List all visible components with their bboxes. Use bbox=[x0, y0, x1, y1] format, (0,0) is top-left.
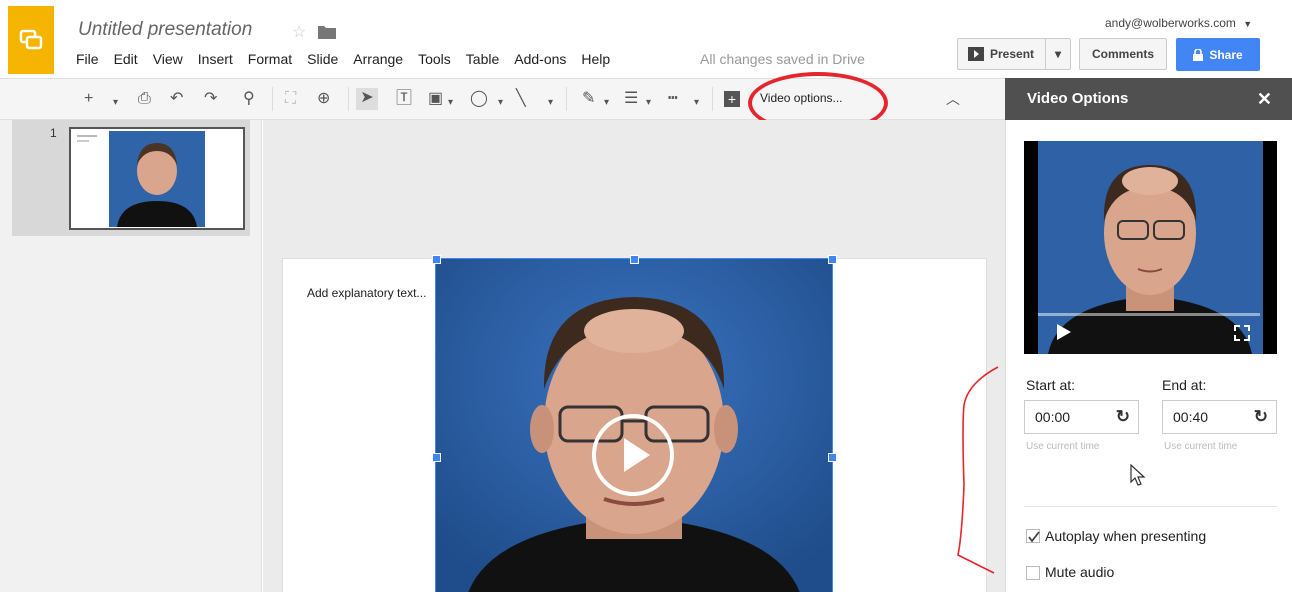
image-dropdown-icon[interactable]: ▾ bbox=[448, 93, 453, 113]
menu-help[interactable]: Help bbox=[581, 51, 610, 67]
border-weight-dropdown-icon[interactable]: ▾ bbox=[646, 93, 651, 113]
present-button[interactable]: Present bbox=[958, 39, 1046, 69]
zoom-icon[interactable]: ⊕ bbox=[317, 89, 330, 109]
app-header: Untitled presentation ☆ File Edit View I… bbox=[0, 0, 1292, 78]
shape-icon[interactable]: ◯ bbox=[470, 89, 488, 109]
menu-slide[interactable]: Slide bbox=[307, 51, 338, 67]
new-slide-icon[interactable]: + bbox=[84, 89, 93, 109]
menu-file[interactable]: File bbox=[76, 51, 99, 67]
preview-progress-bar[interactable] bbox=[1038, 313, 1260, 316]
border-dash-dropdown-icon[interactable]: ▾ bbox=[694, 93, 699, 113]
autoplay-label[interactable]: Autoplay when presenting bbox=[1045, 528, 1206, 544]
zoom-fit-icon[interactable]: ⛶ bbox=[285, 89, 296, 109]
menu-format[interactable]: Format bbox=[248, 51, 292, 67]
start-use-current-time-link[interactable]: Use current time bbox=[1026, 441, 1099, 452]
mute-audio-label[interactable]: Mute audio bbox=[1045, 564, 1114, 580]
paint-format-icon[interactable]: ⚲ bbox=[243, 89, 255, 109]
menu-table[interactable]: Table bbox=[466, 51, 499, 67]
border-dash-icon[interactable]: ┅ bbox=[668, 89, 678, 109]
share-label: Share bbox=[1209, 47, 1243, 62]
play-button-icon[interactable] bbox=[592, 414, 674, 496]
menu-view[interactable]: View bbox=[153, 51, 183, 67]
present-icon bbox=[968, 47, 984, 61]
end-use-current-time-link[interactable]: Use current time bbox=[1164, 441, 1237, 452]
start-at-label: Start at: bbox=[1026, 377, 1076, 393]
account-email: andy@wolberworks.com bbox=[1105, 16, 1236, 30]
present-button-group: Present ▾ bbox=[957, 38, 1071, 70]
autoplay-checkbox[interactable] bbox=[1026, 529, 1040, 543]
print-icon[interactable]: ⎙ bbox=[138, 89, 151, 109]
preview-play-icon[interactable] bbox=[1056, 323, 1072, 341]
share-button[interactable]: Share bbox=[1176, 38, 1260, 71]
collapse-toolbar-icon[interactable]: ︿ bbox=[946, 89, 960, 109]
document-title[interactable]: Untitled presentation bbox=[78, 19, 252, 41]
slide[interactable]: Add explanatory text... bbox=[282, 255, 987, 592]
menu-arrange[interactable]: Arrange bbox=[353, 51, 403, 67]
resize-handle-left[interactable] bbox=[432, 453, 441, 462]
save-status[interactable]: All changes saved in Drive bbox=[700, 51, 865, 67]
mute-audio-checkbox[interactable] bbox=[1026, 566, 1040, 580]
redo-icon[interactable]: ↷ bbox=[204, 89, 217, 109]
slide-number: 1 bbox=[50, 126, 57, 140]
end-time-field[interactable]: 00:40 ↻ bbox=[1162, 400, 1277, 434]
video-preview[interactable] bbox=[1024, 141, 1277, 354]
new-slide-dropdown-icon[interactable]: ▾ bbox=[113, 93, 118, 113]
slide-thumbnail-row[interactable]: 1 bbox=[12, 120, 250, 236]
slide-canvas: Add explanatory text... bbox=[263, 120, 1005, 592]
caret-down-icon: ▼ bbox=[1243, 19, 1253, 29]
text-box-icon[interactable]: 🅃 bbox=[396, 89, 412, 109]
end-time-value: 00:40 bbox=[1173, 409, 1209, 425]
comments-button[interactable]: Comments bbox=[1079, 38, 1167, 70]
star-icon[interactable]: ☆ bbox=[292, 22, 306, 42]
folder-icon[interactable] bbox=[318, 25, 337, 39]
line-dropdown-icon[interactable]: ▾ bbox=[548, 93, 553, 113]
menu-bar: File Edit View Insert Format Slide Arran… bbox=[76, 51, 625, 67]
resize-handle-top-right[interactable] bbox=[828, 255, 837, 264]
video-object[interactable] bbox=[435, 258, 833, 592]
start-time-field[interactable]: 00:00 ↻ bbox=[1024, 400, 1139, 434]
resize-handle-right[interactable] bbox=[828, 453, 837, 462]
annotation-bracket bbox=[957, 366, 999, 574]
slide-filmstrip: 1 bbox=[0, 120, 262, 592]
lock-icon bbox=[1193, 48, 1204, 61]
shape-dropdown-icon[interactable]: ▾ bbox=[498, 93, 503, 113]
end-refresh-icon[interactable]: ↻ bbox=[1254, 401, 1268, 433]
mouse-cursor-icon bbox=[1130, 464, 1146, 486]
text-placeholder[interactable]: Add explanatory text... bbox=[307, 286, 427, 300]
resize-handle-top[interactable] bbox=[630, 255, 639, 264]
image-icon[interactable]: ▣ bbox=[428, 89, 443, 109]
border-weight-icon[interactable]: ☰ bbox=[624, 89, 638, 109]
border-color-dropdown-icon[interactable]: ▾ bbox=[604, 93, 609, 113]
video-options-panel: Start at: End at: 00:00 ↻ 00:40 ↻ Use cu… bbox=[1005, 120, 1292, 592]
fullscreen-icon[interactable] bbox=[1234, 325, 1250, 341]
menu-insert[interactable]: Insert bbox=[198, 51, 233, 67]
end-at-label: End at: bbox=[1162, 377, 1207, 393]
menu-addons[interactable]: Add-ons bbox=[514, 51, 566, 67]
start-time-value: 00:00 bbox=[1035, 409, 1071, 425]
slide-thumbnail[interactable] bbox=[69, 127, 245, 230]
thumbnail-video-image bbox=[109, 131, 205, 227]
add-comment-icon[interactable]: + bbox=[724, 91, 740, 107]
undo-icon[interactable]: ↶ bbox=[170, 89, 183, 109]
line-icon[interactable]: ╲ bbox=[516, 89, 526, 109]
video-options-panel-header: Video Options ✕ bbox=[1005, 78, 1292, 120]
menu-tools[interactable]: Tools bbox=[418, 51, 451, 67]
close-icon[interactable]: ✕ bbox=[1257, 89, 1272, 110]
present-label: Present bbox=[990, 47, 1035, 61]
account-menu[interactable]: andy@wolberworks.com ▼ bbox=[1105, 16, 1252, 30]
start-refresh-icon[interactable]: ↻ bbox=[1116, 401, 1130, 433]
resize-handle-top-left[interactable] bbox=[432, 255, 441, 264]
panel-title: Video Options bbox=[1027, 90, 1129, 107]
border-color-icon[interactable]: ✎ bbox=[582, 89, 595, 109]
slides-logo-icon[interactable] bbox=[8, 6, 54, 74]
panel-divider bbox=[1024, 506, 1277, 507]
present-dropdown-icon[interactable]: ▾ bbox=[1046, 47, 1070, 61]
select-cursor-icon[interactable]: ➤ bbox=[356, 88, 378, 110]
menu-edit[interactable]: Edit bbox=[114, 51, 138, 67]
